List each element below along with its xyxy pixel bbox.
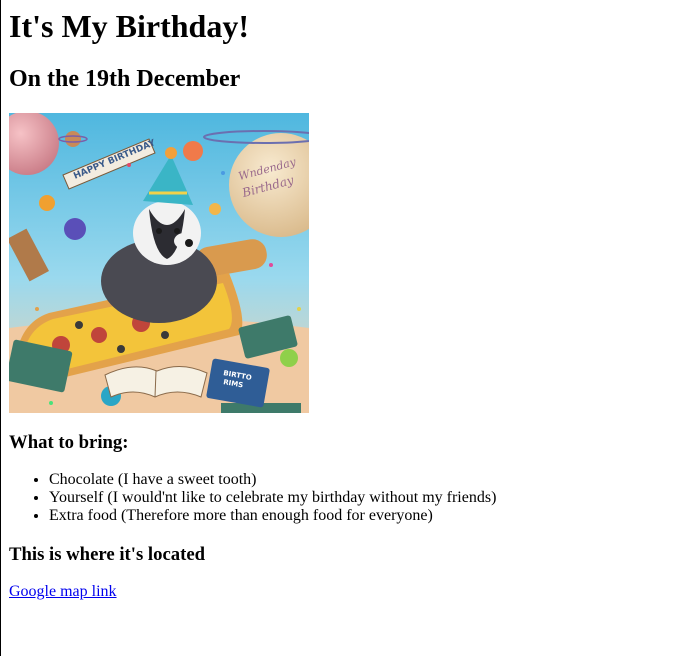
birthday-badger-image: Wndenday Birthday HAPPY BIRTHDAY BIRTTO …: [9, 113, 309, 413]
list-item: Chocolate (I have a sweet tooth): [49, 471, 697, 489]
bring-list: Chocolate (I have a sweet tooth) Yoursel…: [9, 471, 697, 525]
date-heading: On the 19th December: [9, 66, 241, 92]
list-item: Yourself (I would'nt like to celebrate m…: [49, 489, 697, 507]
location-heading: This is where it's located: [9, 544, 206, 565]
list-item: Extra food (Therefore more than enough f…: [49, 507, 697, 525]
page-content: It's My Birthday! On the 19th December W: [1, 0, 697, 601]
google-map-link[interactable]: Google map link: [9, 583, 117, 601]
bring-heading: What to bring:: [9, 432, 129, 453]
page-title: It's My Birthday!: [9, 8, 249, 44]
